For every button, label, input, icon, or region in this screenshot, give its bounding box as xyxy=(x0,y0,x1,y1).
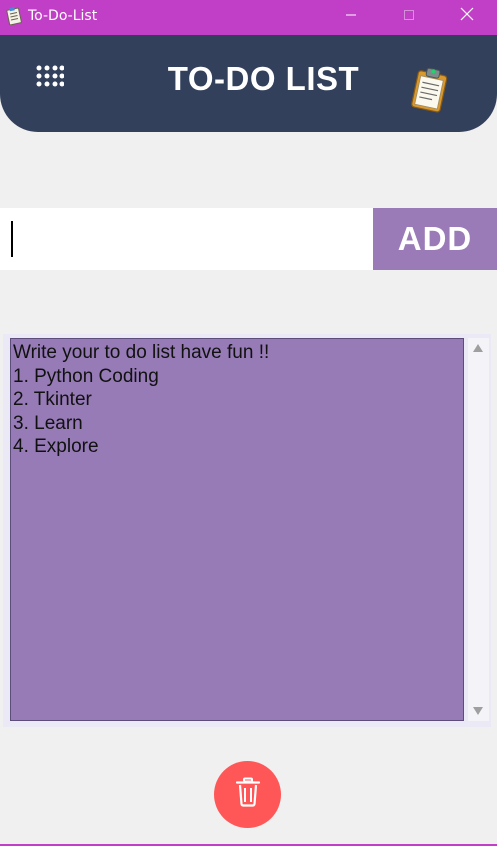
app-window: TO-DO LIST ADD Write your to do list hav… xyxy=(0,35,497,844)
trash-icon xyxy=(234,777,262,812)
minimize-icon xyxy=(345,8,357,26)
list-item[interactable]: Write your to do list have fun !! xyxy=(13,341,463,365)
task-list[interactable]: Write your to do list have fun !! 1. Pyt… xyxy=(10,338,464,721)
maximize-icon xyxy=(403,8,415,26)
scroll-up-icon[interactable] xyxy=(473,344,483,352)
delete-button[interactable] xyxy=(214,761,281,828)
list-item[interactable]: 3. Learn xyxy=(13,412,463,436)
minimize-button[interactable] xyxy=(328,0,374,33)
window-title: To-Do-List xyxy=(28,8,98,24)
window-titlebar[interactable]: To-Do-List xyxy=(0,0,497,33)
list-item[interactable]: 2. Tkinter xyxy=(13,388,463,412)
task-input[interactable] xyxy=(0,208,373,270)
list-scrollbar[interactable] xyxy=(468,338,489,721)
add-button[interactable]: ADD xyxy=(373,208,497,270)
close-button[interactable] xyxy=(444,0,490,33)
notepad-icon xyxy=(5,7,23,26)
maximize-button[interactable] xyxy=(386,0,432,33)
app-header: TO-DO LIST xyxy=(0,35,497,132)
scroll-down-icon[interactable] xyxy=(473,707,483,715)
list-item[interactable]: 1. Python Coding xyxy=(13,365,463,389)
clipboard-icon xyxy=(410,67,450,113)
text-cursor xyxy=(11,221,13,257)
task-list-frame: Write your to do list have fun !! 1. Pyt… xyxy=(3,334,491,727)
close-icon xyxy=(460,7,474,26)
list-item[interactable]: 4. Explore xyxy=(13,435,463,459)
